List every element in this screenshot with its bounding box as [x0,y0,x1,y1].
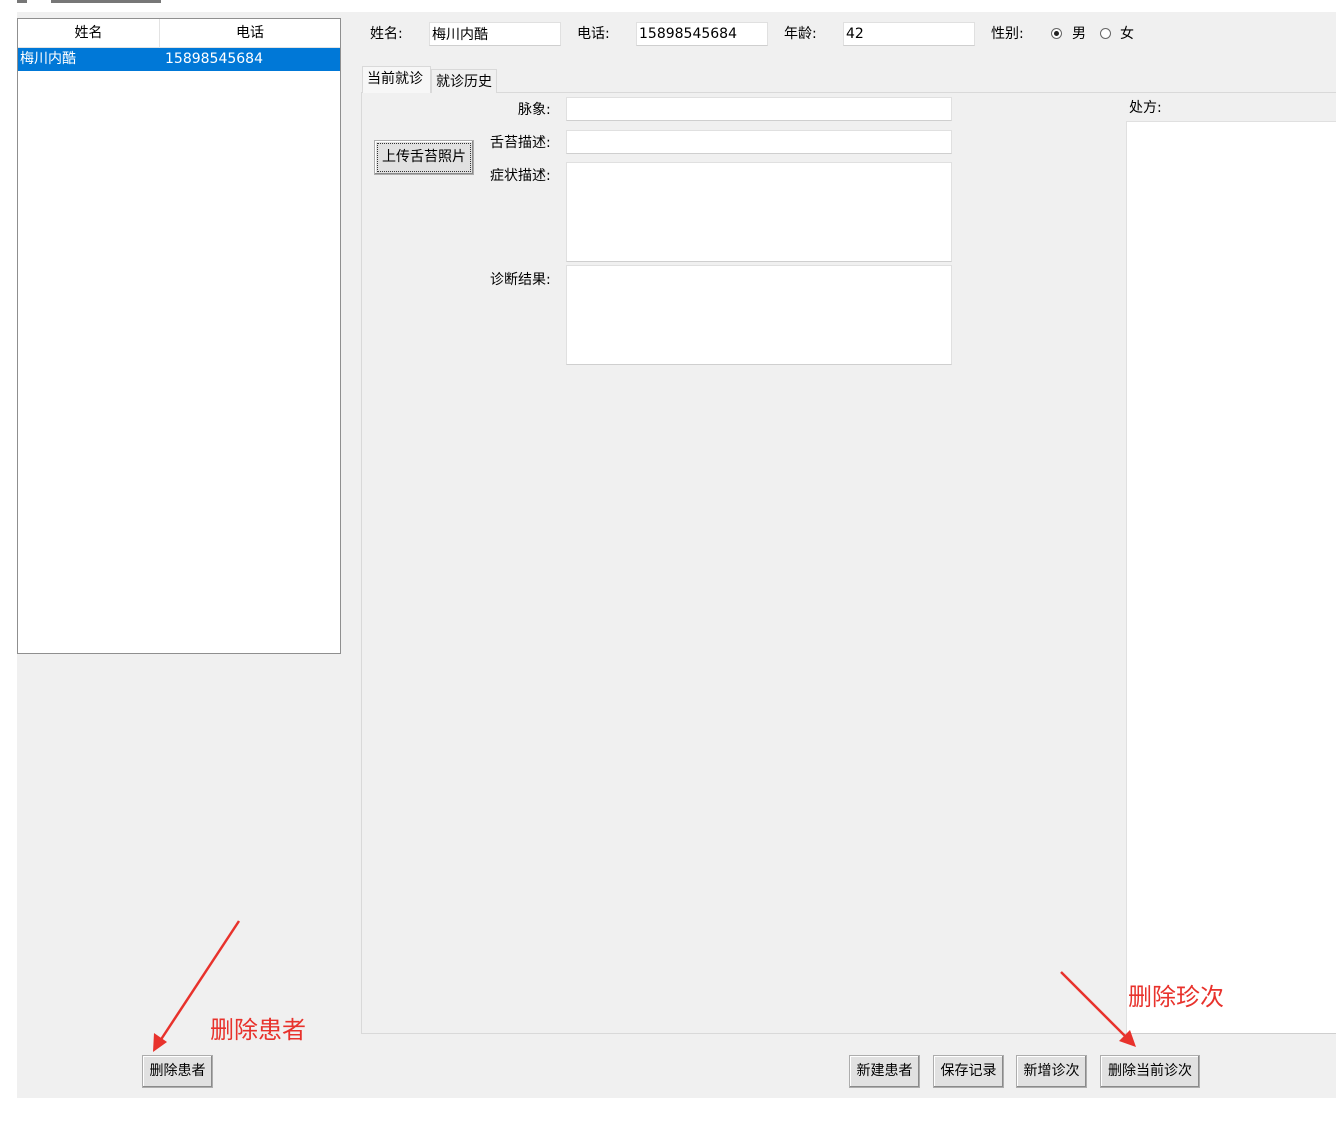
annotation-delete-patient: 删除患者 [210,1016,306,1044]
arrow-delete-visit [1060,971,1136,1047]
annotation-arrows [153,920,1136,1052]
annotation-delete-visit: 删除珍次 [1128,983,1224,1011]
